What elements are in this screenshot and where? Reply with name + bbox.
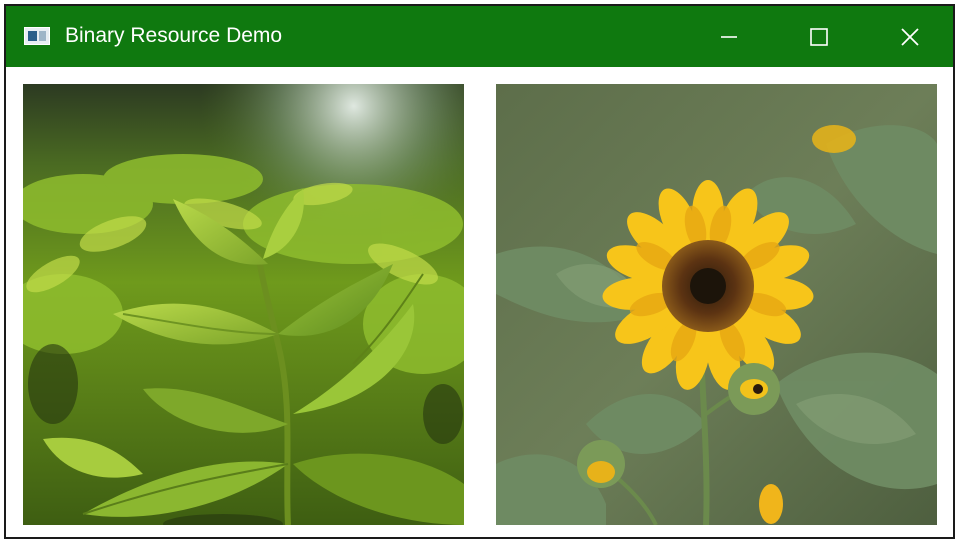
maximize-button[interactable]	[796, 6, 842, 67]
title-bar[interactable]: Binary Resource Demo	[6, 6, 953, 67]
minimize-button[interactable]	[706, 6, 752, 67]
window-title: Binary Resource Demo	[65, 24, 283, 47]
close-button[interactable]	[887, 6, 933, 67]
maximize-icon	[810, 27, 828, 46]
close-icon	[901, 27, 919, 46]
green-leaves-image	[23, 84, 464, 525]
client-area	[6, 67, 953, 537]
app-icon[interactable]	[24, 27, 50, 45]
sunflower-image	[496, 84, 937, 525]
app-window: Binary Resource Demo	[4, 4, 955, 539]
minimize-icon	[721, 35, 737, 38]
